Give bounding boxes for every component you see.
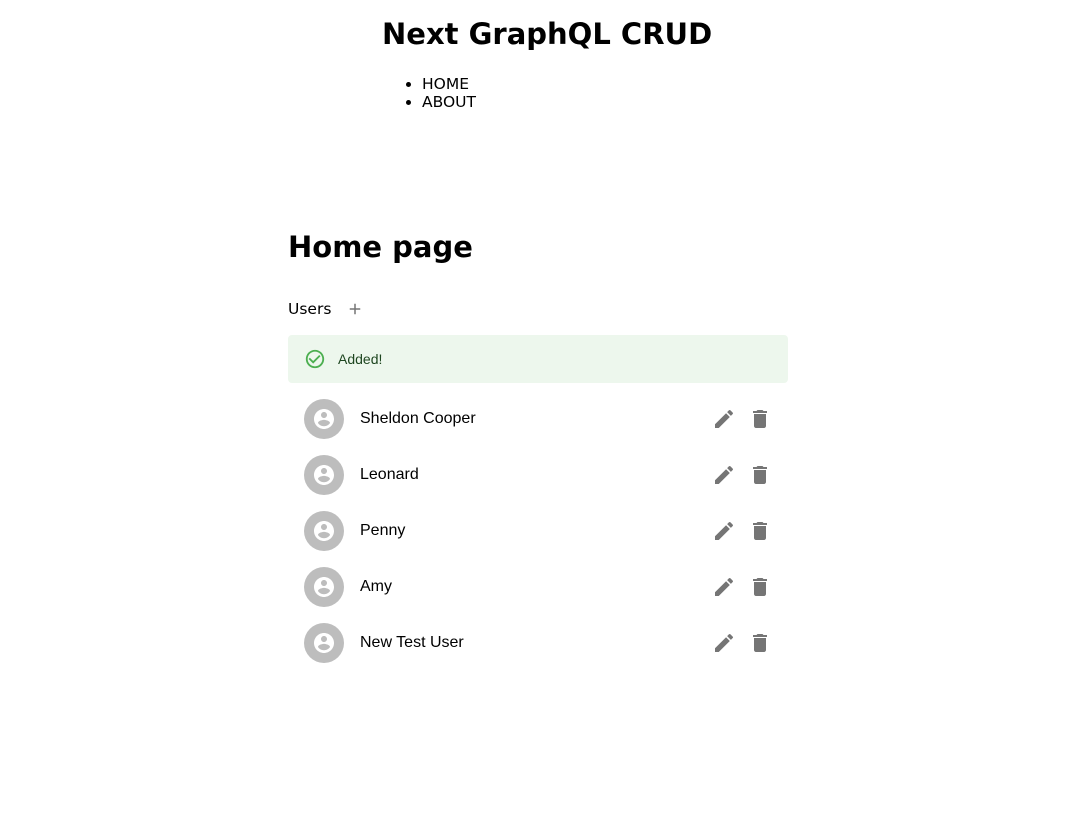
user-name: Penny [360,522,406,539]
users-label: Users [288,300,332,318]
edit-user-button[interactable] [712,519,736,543]
avatar [304,455,344,495]
trash-icon [753,522,767,540]
users-toolbar: Users [288,297,367,321]
delete-user-button[interactable] [748,407,772,431]
account-circle-icon [314,577,334,597]
avatar [304,623,344,663]
nav-item-about: ABOUT [422,93,476,111]
list-item: Leonard [288,447,788,503]
trash-icon [753,410,767,428]
list-item: Amy [288,559,788,615]
trash-icon [753,634,767,652]
pencil-icon [715,577,734,596]
user-name: Sheldon Cooper [360,410,476,427]
main-content: Home page Users Added! Sheldon Cooper Le… [288,225,788,663]
success-alert: Added! [288,335,788,383]
delete-user-button[interactable] [748,463,772,487]
avatar [304,399,344,439]
delete-user-button[interactable] [748,631,772,655]
avatar [304,567,344,607]
account-circle-icon [314,521,334,541]
account-circle-icon [314,409,334,429]
account-circle-icon [314,633,334,653]
nav-list: HOME ABOUT [382,75,476,111]
list-item: Penny [288,503,788,559]
avatar [304,511,344,551]
nav-link-home[interactable]: HOME [422,75,469,93]
edit-user-button[interactable] [712,407,736,431]
delete-user-button[interactable] [748,575,772,599]
site-title: Next GraphQL CRUD [382,17,713,51]
alert-message: Added! [338,351,383,367]
pencil-icon [715,521,734,540]
trash-icon [753,466,767,484]
edit-user-button[interactable] [712,463,736,487]
user-name: Leonard [360,466,419,483]
delete-user-button[interactable] [748,519,772,543]
user-name: New Test User [360,634,464,651]
page-title: Home page [288,230,473,264]
check-circle-outline-icon [304,348,326,370]
user-name: Amy [360,578,392,595]
pencil-icon [715,465,734,484]
pencil-icon [715,409,734,428]
list-item: Sheldon Cooper [288,391,788,447]
nav-link-about[interactable]: ABOUT [422,93,476,111]
list-item: New Test User [288,615,788,671]
trash-icon [753,578,767,596]
edit-user-button[interactable] [712,631,736,655]
add-user-button[interactable] [343,297,367,321]
account-circle-icon [314,465,334,485]
nav-item-home: HOME [422,75,476,93]
plus-icon [350,303,361,315]
edit-user-button[interactable] [712,575,736,599]
pencil-icon [715,633,734,652]
user-list: Sheldon Cooper Leonard Penny Amy New Tes… [288,391,788,671]
